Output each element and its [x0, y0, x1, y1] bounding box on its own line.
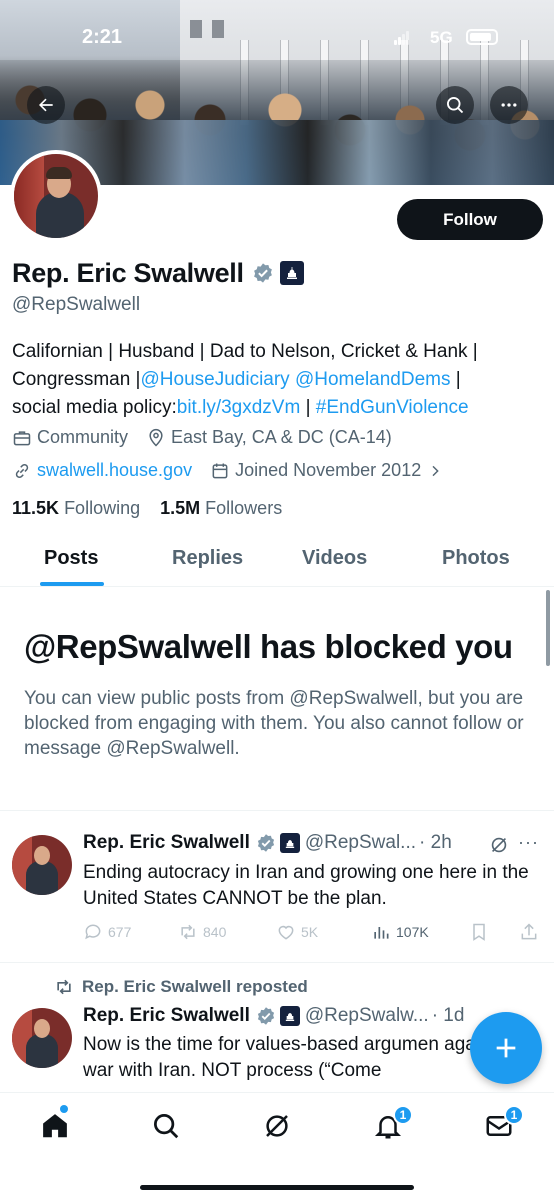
tweet-text: Ending autocracy in Iran and growing one… [83, 862, 529, 909]
status-bar: 2:21 5G [0, 26, 554, 52]
tweet-more-button[interactable]: ··· [518, 832, 539, 853]
bookmark-icon [473, 923, 485, 941]
verified-icon [257, 1007, 274, 1025]
tab-posts[interactable]: Posts [44, 547, 98, 570]
calendar-icon [212, 463, 228, 478]
active-tab-indicator [40, 582, 104, 586]
nav-home[interactable] [40, 1111, 70, 1141]
profile-website-link[interactable]: swalwell.house.gov [37, 460, 192, 481]
followers-link[interactable]: 1.5M Followers [160, 498, 282, 518]
briefcase-icon [13, 430, 31, 445]
profile-bio: Californian | Husband | Dad to Nelson, C… [12, 341, 478, 418]
tweet-time: · 2h [419, 832, 452, 853]
tweet-header: Rep. Eric Swalwell @RepSwalw... · 1d [83, 1005, 464, 1027]
profile-name-row: Rep. Eric Swalwell [12, 255, 304, 291]
profile-handle: @RepSwalwell [12, 294, 141, 315]
repost-label: Rep. Eric Swalwell reposted [54, 977, 308, 997]
back-button[interactable] [27, 86, 65, 124]
tweet-actions: 677 840 5K 107K [83, 922, 543, 946]
location-icon [149, 428, 163, 447]
battery-icon [466, 29, 498, 45]
back-arrow-icon [39, 98, 53, 112]
like-button[interactable]: 5K [276, 922, 318, 942]
home-new-dot [60, 1105, 68, 1113]
reply-button[interactable]: 677 [83, 922, 131, 942]
avatar[interactable] [12, 1008, 72, 1068]
bottom-nav: 1 1 [0, 1092, 554, 1200]
home-indicator [140, 1185, 414, 1190]
verified-icon[interactable] [252, 262, 274, 284]
chevron-right-icon[interactable] [427, 463, 443, 479]
tab-photos[interactable]: Photos [442, 547, 510, 570]
scrollbar[interactable] [546, 590, 550, 666]
network-label: 5G [430, 28, 453, 47]
profile-meta-row-1: Community East Bay, CA & DC (CA-14) [12, 427, 392, 448]
tweet-time: · 1d [431, 1005, 465, 1026]
reply-icon [85, 924, 101, 940]
profile-display-name: Rep. Eric Swalwell [12, 257, 244, 288]
link-icon [15, 463, 29, 478]
following-link[interactable]: 11.5K Following [12, 498, 140, 518]
tweet-author-name[interactable]: Rep. Eric Swalwell [83, 832, 250, 854]
gov-badge-icon [279, 833, 300, 853]
divider [0, 962, 554, 963]
search-icon [154, 1114, 179, 1139]
compose-button[interactable] [470, 1012, 542, 1084]
hashtag-link[interactable]: #EndGunViolence [316, 397, 469, 418]
tweet-header: Rep. Eric Swalwell @RepSwal... · 2h [83, 832, 452, 854]
more-icon [501, 103, 517, 107]
repost-icon [57, 979, 71, 995]
tweet-text: Now is the time for values-based argumen… [83, 1034, 506, 1081]
profile-category[interactable]: Community [37, 427, 128, 448]
mention-housejudiciary-link[interactable]: @HouseJudiciary [141, 369, 290, 390]
tweet-author-name[interactable]: Rep. Eric Swalwell [83, 1005, 250, 1027]
repost-button[interactable]: 840 [178, 922, 226, 942]
avatar[interactable] [12, 835, 72, 895]
profile-tabs: Posts Replies Videos Photos [0, 537, 554, 587]
profile-meta-row-2: swalwell.house.gov Joined November 2012 [12, 460, 443, 481]
search-icon [447, 97, 464, 114]
divider [0, 810, 554, 811]
share-button[interactable] [519, 922, 544, 942]
search-button[interactable] [436, 86, 474, 124]
blocked-title: @RepSwalwell has blocked you [24, 628, 513, 665]
views-icon [374, 927, 389, 939]
tab-replies[interactable]: Replies [172, 547, 243, 570]
profile-avatar[interactable] [10, 150, 102, 242]
follow-button[interactable]: Follow [397, 199, 543, 240]
views-count[interactable]: 107K [371, 922, 429, 942]
notifications-badge: 1 [393, 1105, 413, 1125]
share-icon [521, 923, 537, 940]
profile-joined-date[interactable]: Joined November 2012 [235, 460, 421, 481]
nav-grok[interactable] [262, 1111, 292, 1141]
repost-icon [181, 924, 195, 940]
policy-link[interactable]: bit.ly/3gxdzVm [177, 397, 301, 418]
verified-icon [257, 834, 274, 852]
signal-icon [394, 31, 410, 45]
nav-search[interactable] [151, 1111, 181, 1141]
plus-icon [496, 1038, 516, 1058]
messages-badge: 1 [504, 1105, 524, 1125]
tweet-handle: @RepSwal... [304, 832, 417, 853]
like-icon [278, 925, 294, 940]
home-icon [43, 1114, 67, 1138]
gov-badge-icon[interactable] [279, 261, 304, 285]
grok-icon[interactable] [488, 834, 510, 856]
tab-videos[interactable]: Videos [302, 547, 367, 570]
status-time: 2:21 [82, 26, 123, 48]
bookmark-button[interactable] [469, 922, 494, 942]
blocked-message: You can view public posts from @RepSwalw… [24, 688, 524, 759]
grok-icon [266, 1115, 288, 1137]
tweet-handle: @RepSwalw... [304, 1005, 429, 1026]
follow-counts: 11.5K Following 1.5M Followers [12, 498, 282, 519]
profile-location: East Bay, CA & DC (CA-14) [171, 427, 392, 447]
more-options-button[interactable] [490, 86, 528, 124]
gov-badge-icon [279, 1006, 300, 1026]
mention-homelanddems-link[interactable]: @HomelandDems [295, 369, 451, 390]
